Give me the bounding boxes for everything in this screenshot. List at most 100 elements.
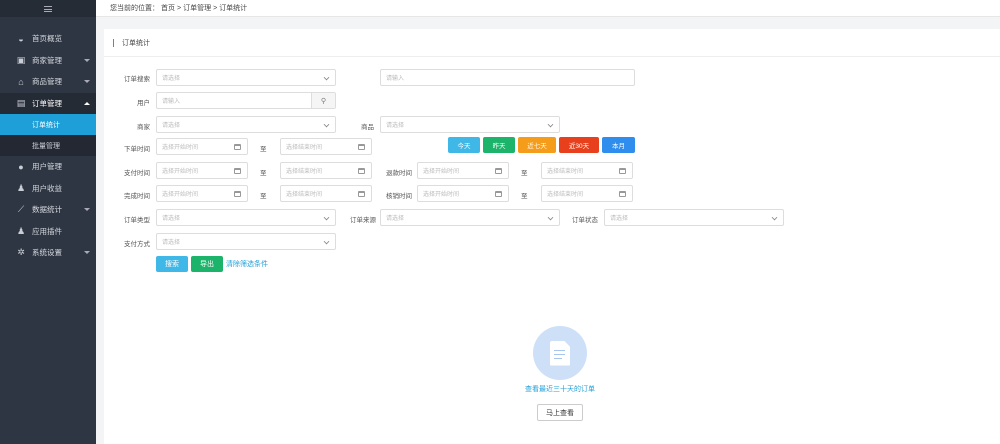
order-source-select[interactable]: 请选择 bbox=[380, 209, 560, 226]
input-placeholder: 请输入 bbox=[386, 76, 405, 82]
chevron-down-icon bbox=[84, 58, 90, 62]
date-placeholder: 选择结束时间 bbox=[286, 145, 323, 151]
title-accent-bar bbox=[113, 38, 114, 47]
order-time-end[interactable]: 选择结束时间 bbox=[280, 138, 372, 155]
refund-time-end[interactable]: 选择结束时间 bbox=[541, 162, 633, 179]
finish-time-end[interactable]: 选择结束时间 bbox=[280, 185, 372, 202]
pay-method-label: 支付方式 bbox=[124, 241, 150, 248]
chevron-down-icon bbox=[323, 74, 330, 81]
sidebar-item-settings[interactable]: ✲ 系统设置 bbox=[0, 242, 96, 264]
sidebar-item-statistics[interactable]: ⟋ 数据统计 bbox=[0, 199, 96, 221]
date-placeholder: 选择结束时间 bbox=[547, 192, 584, 198]
breadcrumb-separator: > bbox=[177, 4, 182, 12]
select-placeholder: 请选择 bbox=[162, 216, 181, 222]
pay-method-select[interactable]: 请选择 bbox=[156, 233, 336, 250]
sidebar-item-label: 商品管理 bbox=[32, 77, 62, 87]
plugin-icon: ♟ bbox=[16, 225, 26, 236]
gear-icon: ✲ bbox=[17, 247, 25, 258]
last-30-days-button[interactable]: 近30天 bbox=[559, 137, 599, 153]
select-placeholder: 请选择 bbox=[162, 76, 181, 82]
today-button[interactable]: 今天 bbox=[448, 137, 480, 153]
chevron-down-icon bbox=[771, 214, 778, 221]
sidebar-item-merchants[interactable]: ▣ 商家管理 bbox=[0, 50, 96, 72]
sidebar-item-users[interactable]: ● 用户管理 bbox=[0, 156, 96, 178]
sidebar-item-user-earnings[interactable]: ♟ 用户收益 bbox=[0, 178, 96, 200]
goods-label: 商品 bbox=[361, 124, 374, 131]
range-separator: 至 bbox=[260, 193, 267, 200]
order-search-input[interactable]: 请输入 bbox=[380, 69, 635, 86]
sidebar: ◒ 首页概览 ▣ 商家管理 ⌂ 商品管理 ▤ 订单管理 订单统计 批量管理 ● bbox=[0, 0, 96, 444]
verify-time-start[interactable]: 选择开始时间 bbox=[417, 185, 509, 202]
date-placeholder: 选择开始时间 bbox=[423, 169, 460, 175]
last-7-days-button[interactable]: 近七天 bbox=[518, 137, 556, 153]
chevron-down-icon bbox=[323, 214, 330, 221]
breadcrumb-home[interactable]: 首页 bbox=[161, 3, 175, 13]
search-icon[interactable]: ⚲ bbox=[311, 93, 335, 108]
sidebar-subitem-order-stats[interactable]: 订单统计 bbox=[0, 114, 96, 135]
order-type-label: 订单类型 bbox=[124, 217, 150, 224]
goods-select[interactable]: 请选择 bbox=[380, 116, 560, 133]
calendar-icon bbox=[619, 191, 626, 197]
clear-filters-link[interactable]: 清除筛选条件 bbox=[226, 259, 268, 269]
doc-line bbox=[554, 349, 565, 351]
sidebar-item-orders[interactable]: ▤ 订单管理 bbox=[0, 92, 96, 114]
sidebar-subitem-batch[interactable]: 批量管理 bbox=[0, 135, 96, 156]
merchant-label: 商家 bbox=[137, 124, 150, 131]
chevron-down-icon bbox=[84, 80, 90, 83]
chevron-down-icon bbox=[323, 121, 330, 128]
chevron-down-icon bbox=[84, 208, 90, 211]
order-status-select[interactable]: 请选择 bbox=[604, 209, 784, 226]
pay-time-start[interactable]: 选择开始时间 bbox=[156, 162, 248, 179]
input-placeholder: 请输入 bbox=[162, 99, 181, 105]
sidebar-item-dashboard[interactable]: ◒ 首页概览 bbox=[0, 28, 96, 50]
yesterday-button[interactable]: 昨天 bbox=[483, 137, 515, 153]
date-placeholder: 选择结束时间 bbox=[286, 192, 323, 198]
menu-icon bbox=[44, 5, 52, 12]
pay-time-end[interactable]: 选择结束时间 bbox=[280, 162, 372, 179]
doc-line bbox=[554, 357, 562, 359]
order-search-select[interactable]: 请选择 bbox=[156, 69, 336, 86]
chevron-down-icon bbox=[547, 214, 554, 221]
pay-time-label: 支付时间 bbox=[124, 170, 150, 177]
breadcrumb-separator: > bbox=[213, 4, 218, 12]
chevron-down-icon bbox=[84, 251, 90, 254]
select-placeholder: 请选择 bbox=[162, 123, 181, 129]
date-placeholder: 选择开始时间 bbox=[162, 169, 199, 175]
date-placeholder: 选择开始时间 bbox=[162, 145, 199, 151]
order-type-select[interactable]: 请选择 bbox=[156, 209, 336, 226]
select-placeholder: 请选择 bbox=[386, 216, 405, 222]
breadcrumb-prefix: 您当前的位置： bbox=[110, 5, 159, 12]
sidebar-item-label: 首页概览 bbox=[32, 34, 62, 44]
verify-time-end[interactable]: 选择结束时间 bbox=[541, 185, 633, 202]
empty-state-link[interactable]: 查看最近三十天的订单 bbox=[505, 384, 615, 394]
range-separator: 至 bbox=[260, 146, 267, 153]
calendar-icon bbox=[358, 191, 365, 197]
calendar-icon bbox=[234, 144, 241, 150]
finish-time-start[interactable]: 选择开始时间 bbox=[156, 185, 248, 202]
export-button[interactable]: 导出 bbox=[191, 256, 223, 272]
this-month-button[interactable]: 本月 bbox=[602, 137, 635, 153]
date-placeholder: 选择结束时间 bbox=[286, 169, 323, 175]
refund-time-start[interactable]: 选择开始时间 bbox=[417, 162, 509, 179]
user-label: 用户 bbox=[137, 100, 150, 107]
sidebar-toggle[interactable] bbox=[0, 0, 96, 17]
breadcrumb: 您当前的位置： 首页 > 订单管理 > 订单统计 bbox=[96, 0, 1000, 17]
document-icon bbox=[533, 326, 587, 380]
range-separator: 至 bbox=[521, 193, 528, 200]
breadcrumb-section[interactable]: 订单管理 bbox=[183, 3, 211, 13]
dashboard-icon: ◒ bbox=[18, 33, 24, 44]
search-button[interactable]: 搜索 bbox=[156, 256, 188, 272]
view-now-button[interactable]: 马上查看 bbox=[537, 404, 583, 421]
order-status-label: 订单状态 bbox=[572, 217, 598, 224]
order-time-start[interactable]: 选择开始时间 bbox=[156, 138, 248, 155]
chevron-down-icon bbox=[547, 121, 554, 128]
order-search-label: 订单搜索 bbox=[124, 76, 150, 83]
sidebar-item-plugins[interactable]: ♟ 应用插件 bbox=[0, 221, 96, 243]
calendar-icon bbox=[619, 168, 626, 174]
sidebar-item-label: 商家管理 bbox=[32, 55, 62, 65]
range-separator: 至 bbox=[521, 170, 528, 177]
merchant-select[interactable]: 请选择 bbox=[156, 116, 336, 133]
doc-line bbox=[554, 353, 565, 355]
sidebar-item-goods[interactable]: ⌂ 商品管理 bbox=[0, 71, 96, 93]
user-search-input[interactable]: 请输入 ⚲ bbox=[156, 92, 336, 109]
